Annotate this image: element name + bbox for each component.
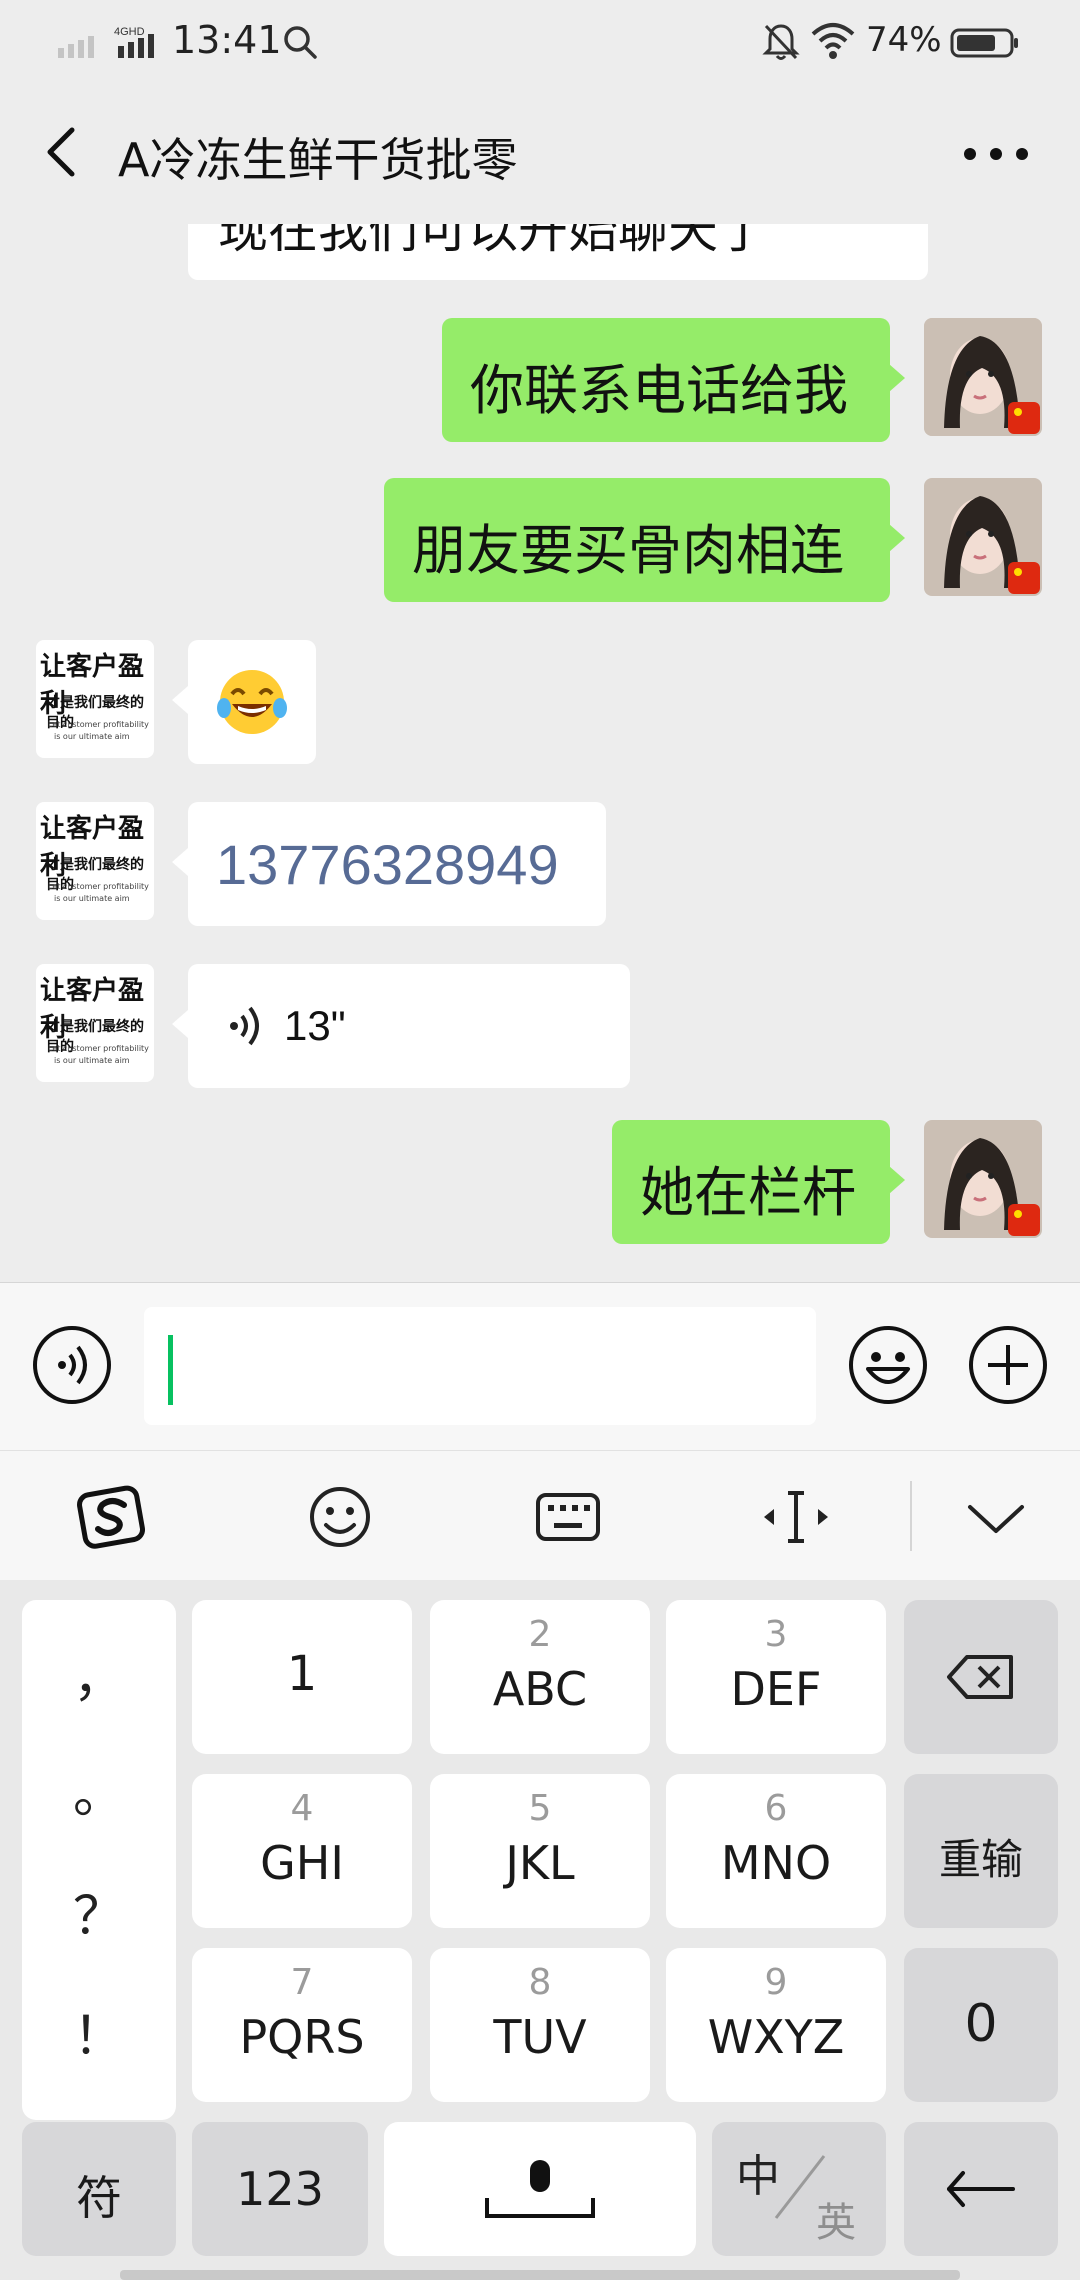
key-1[interactable]: 1 bbox=[192, 1600, 412, 1754]
key-5-jkl[interactable]: 5 JKL bbox=[430, 1774, 650, 1928]
backspace-icon bbox=[947, 1655, 1013, 1699]
plus-icon[interactable] bbox=[968, 1325, 1048, 1405]
keyboard-toolbar bbox=[0, 1450, 1080, 1580]
emoji-icon[interactable] bbox=[848, 1325, 928, 1405]
key-8-tuv[interactable]: 8 TUV bbox=[430, 1948, 650, 2102]
message-bubble-partial[interactable]: 现在我们可以开始聊天了 bbox=[188, 224, 928, 280]
cursor-move-icon[interactable] bbox=[760, 1481, 832, 1553]
message-input[interactable] bbox=[144, 1307, 816, 1425]
contact-avatar[interactable]: 让客户盈利 才是我们最终的目的 Let customer profitabili… bbox=[36, 964, 154, 1082]
voice-input-icon[interactable] bbox=[32, 1325, 112, 1405]
punct-comma[interactable]: ， bbox=[22, 1636, 176, 1711]
key-3-def[interactable]: 3 DEF bbox=[666, 1600, 886, 1754]
laughing-tears-emoji bbox=[217, 670, 287, 734]
signal-icon: 4GHD bbox=[58, 26, 154, 58]
search-icon bbox=[284, 26, 317, 59]
symbols-key[interactable]: 符 bbox=[22, 2122, 176, 2256]
home-indicator bbox=[120, 2270, 960, 2280]
key-0[interactable]: 0 bbox=[904, 1948, 1058, 2102]
input-bar bbox=[0, 1282, 1080, 1450]
punct-period[interactable]: 。 bbox=[22, 1752, 176, 1827]
language-switch-key[interactable]: 中 英 bbox=[712, 2122, 886, 2256]
chat-title: A冷冻生鲜干货批零 bbox=[118, 133, 518, 187]
message-bubble-phone[interactable]: 13776328949 bbox=[188, 802, 606, 926]
wifi-icon bbox=[811, 23, 855, 59]
enter-icon bbox=[947, 2171, 1015, 2207]
microphone-icon bbox=[485, 2160, 595, 2218]
punctuation-column[interactable]: ， 。 ？ ！ bbox=[22, 1600, 176, 2120]
title-bar: A冷冻生鲜干货批零 bbox=[0, 84, 1080, 224]
battery-percent: 74% bbox=[866, 20, 942, 60]
space-voice-key[interactable] bbox=[384, 2122, 696, 2256]
sogou-logo-icon[interactable] bbox=[76, 1481, 148, 1553]
collapse-keyboard-icon[interactable] bbox=[960, 1481, 1032, 1553]
key-4-ghi[interactable]: 4 GHI bbox=[192, 1774, 412, 1928]
voice-wave-icon bbox=[230, 1006, 259, 1046]
message-bubble-sent[interactable]: 朋友要买骨肉相连 bbox=[384, 478, 890, 602]
voice-message-bubble[interactable]: 13" bbox=[188, 964, 630, 1088]
key-6-mno[interactable]: 6 MNO bbox=[666, 1774, 886, 1928]
status-bar: 4GHD 13:41 74% bbox=[0, 0, 1080, 84]
numbers-key[interactable]: 123 bbox=[192, 2122, 368, 2256]
phone-number-link[interactable]: 13776328949 bbox=[216, 832, 559, 897]
clock: 13:41 bbox=[172, 18, 282, 62]
my-avatar[interactable] bbox=[924, 1120, 1042, 1238]
keyboard-switch-icon[interactable] bbox=[532, 1481, 604, 1553]
message-bubble-sent[interactable]: 她在栏杆 bbox=[612, 1120, 890, 1244]
emoji-keyboard-icon[interactable] bbox=[304, 1481, 376, 1553]
key-7-pqrs[interactable]: 7 PQRS bbox=[192, 1948, 412, 2102]
voice-duration: 13" bbox=[284, 1002, 346, 1049]
enter-key[interactable] bbox=[904, 2122, 1058, 2256]
punct-exclaim[interactable]: ！ bbox=[22, 1994, 176, 2069]
message-bubble-sent[interactable]: 你联系电话给我 bbox=[442, 318, 890, 442]
my-avatar[interactable] bbox=[924, 478, 1042, 596]
key-9-wxyz[interactable]: 9 WXYZ bbox=[666, 1948, 886, 2102]
svg-text:4GHD: 4GHD bbox=[114, 26, 145, 38]
mute-bell-icon bbox=[762, 24, 800, 60]
battery-icon bbox=[950, 28, 1018, 58]
nine-key-keyboard: ， 。 ？ ！ 1 2 ABC 3 DEF 4 GHI 5 JKL 6 MNO … bbox=[0, 1580, 1080, 2280]
backspace-key[interactable] bbox=[904, 1600, 1058, 1754]
my-avatar[interactable] bbox=[924, 318, 1042, 436]
message-list[interactable]: 现在我们可以开始聊天了 你联系电话给我 朋友要买骨肉相连 让客户盈利 才是我们最… bbox=[0, 224, 1080, 1282]
contact-avatar[interactable]: 让客户盈利 才是我们最终的目的 Let customer profitabili… bbox=[36, 802, 154, 920]
contact-avatar[interactable]: 让客户盈利 才是我们最终的目的 Let customer profitabili… bbox=[36, 640, 154, 758]
message-bubble-emoji[interactable] bbox=[188, 640, 316, 764]
key-2-abc[interactable]: 2 ABC bbox=[430, 1600, 650, 1754]
retype-key[interactable]: 重输 bbox=[904, 1774, 1058, 1928]
more-options-icon[interactable] bbox=[960, 144, 1032, 164]
text-caret bbox=[168, 1335, 173, 1405]
punct-question[interactable]: ？ bbox=[22, 1874, 176, 1949]
back-arrow-icon[interactable] bbox=[40, 122, 84, 182]
